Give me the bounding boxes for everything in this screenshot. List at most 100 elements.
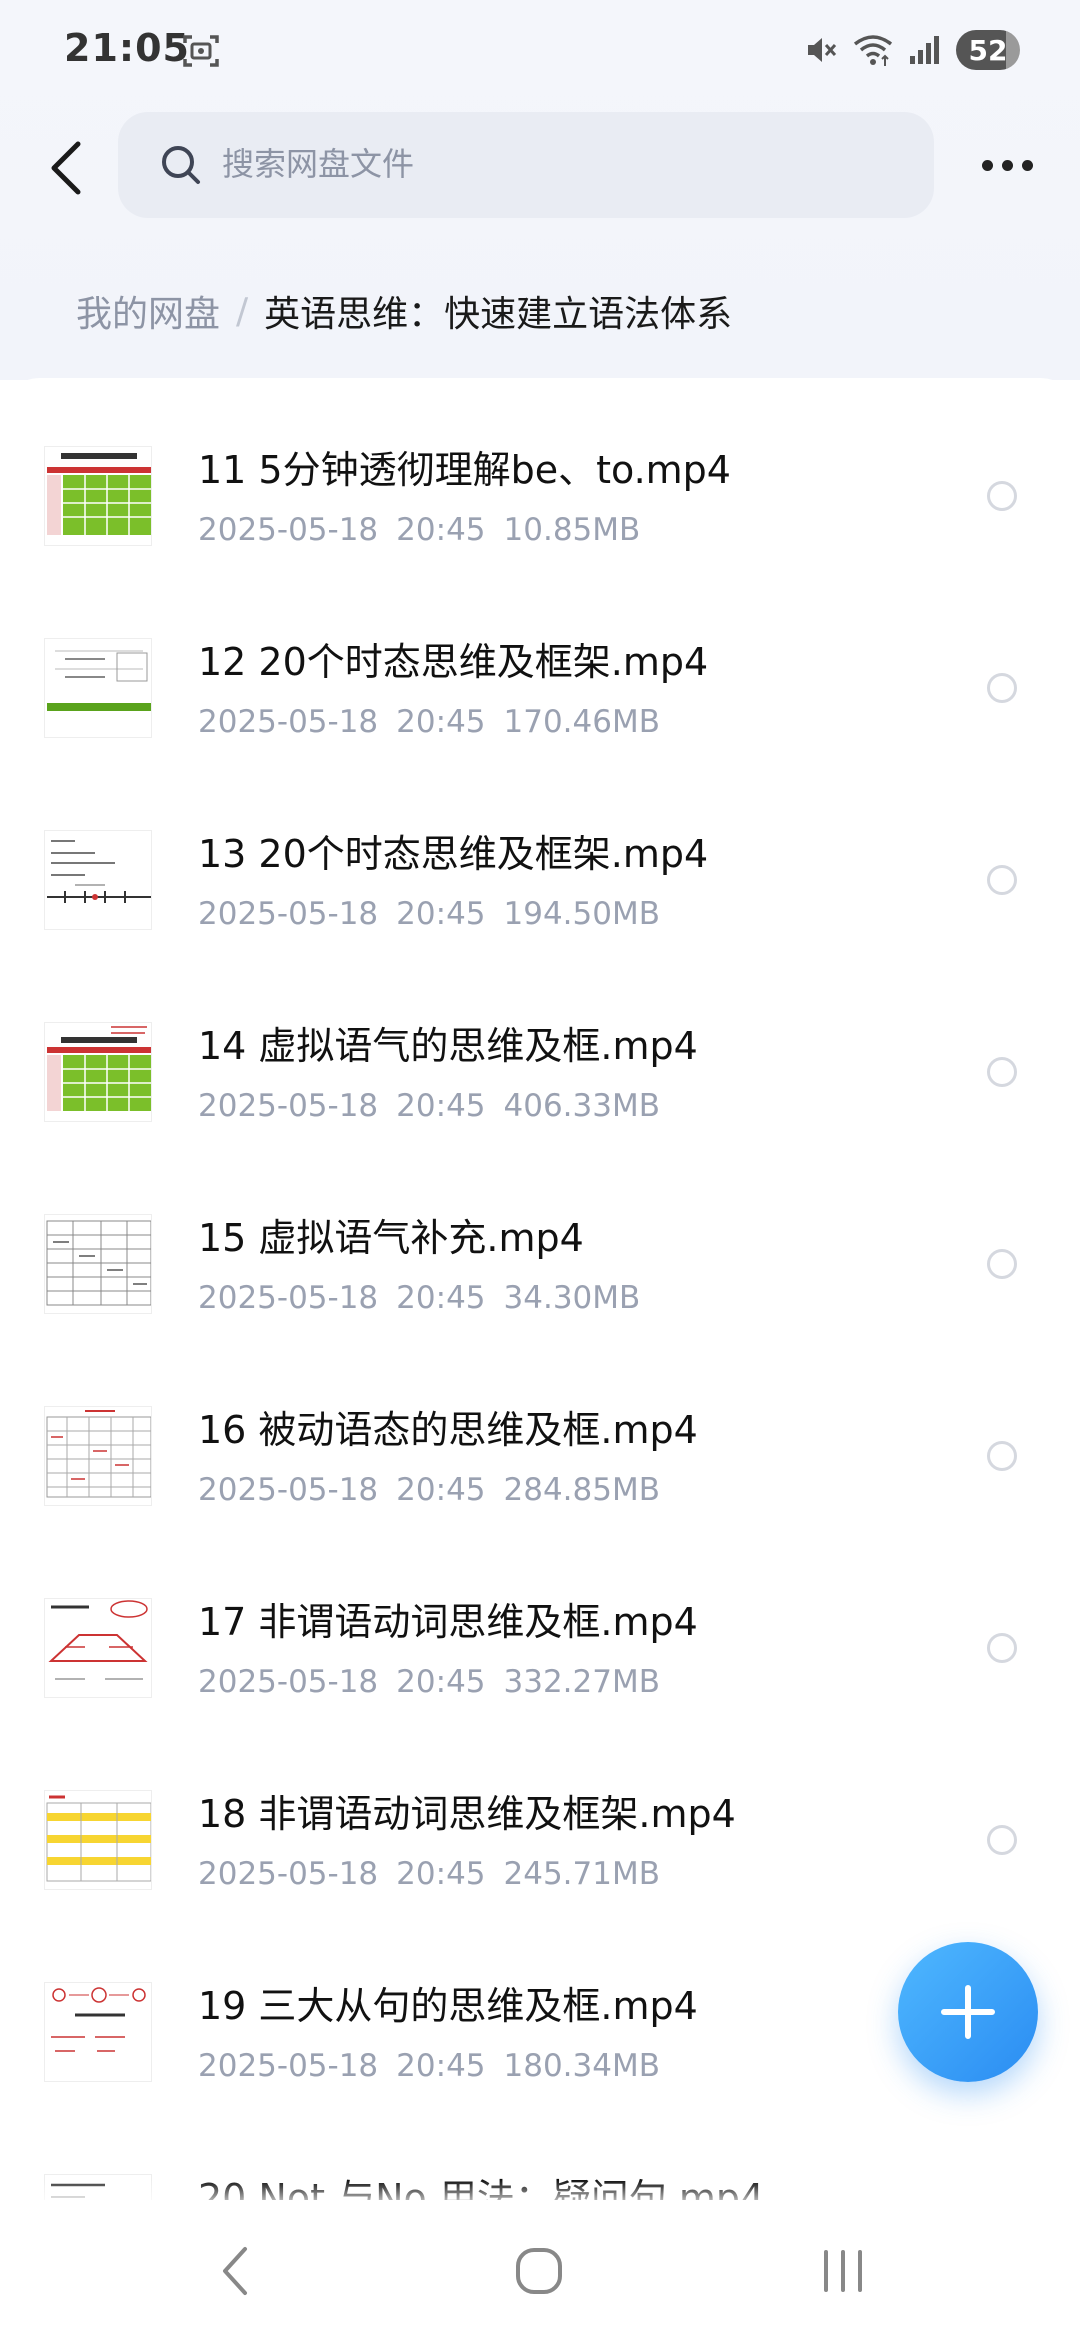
select-radio[interactable] [987, 1057, 1017, 1087]
file-name: 11 5分钟透彻理解be、to.mp4 [198, 448, 731, 492]
file-row[interactable]: 16 被动语态的思维及框.mp4 2025-05-18 20:45 284.85MB [0, 1338, 1080, 1530]
video-thumbnail [44, 830, 152, 930]
search-placeholder: 搜索网盘文件 [222, 145, 415, 183]
more-dot [981, 159, 993, 171]
file-date: 2025-05-18 [198, 1280, 379, 1316]
file-time: 20:45 [396, 896, 486, 932]
file-meta: 2025-05-18 20:45 180.34MB [198, 2044, 678, 2088]
signal-icon [910, 36, 939, 64]
status-bar: 21:05 52 [0, 0, 1080, 100]
file-name: 18 非谓语动词思维及框架.mp4 [198, 1792, 736, 1836]
breadcrumb-current: 英语思维：快速建立语法体系 [264, 294, 733, 335]
nav-recent-icon [824, 2250, 862, 2292]
video-thumbnail [44, 446, 152, 546]
select-radio[interactable] [987, 481, 1017, 511]
select-radio[interactable] [987, 1441, 1017, 1471]
file-row[interactable]: 11 5分钟透彻理解be、to.mp4 2025-05-18 20:45 10.85… [0, 378, 1080, 570]
file-size: 10.85MB [503, 512, 641, 548]
video-thumbnail [44, 1406, 152, 1506]
file-time: 20:45 [396, 512, 486, 548]
wifi-icon [853, 35, 893, 66]
screenshot-icon [183, 35, 219, 67]
status-icons: 52 [804, 28, 1020, 72]
file-name: 13 20个时态思维及框架.mp4 [198, 832, 709, 876]
file-date: 2025-05-18 [198, 704, 379, 740]
file-meta: 2025-05-18 20:45 245.71MB [198, 1852, 678, 1896]
file-meta: 2025-05-18 20:45 170.46MB [198, 700, 678, 744]
file-size: 34.30MB [503, 1280, 641, 1316]
search-input[interactable]: 搜索网盘文件 [118, 112, 934, 218]
nav-home-button[interactable] [504, 2236, 574, 2306]
file-size: 284.85MB [503, 1472, 660, 1508]
more-dot [1001, 159, 1013, 171]
breadcrumb-separator: / [236, 290, 249, 332]
chevron-left-icon [51, 141, 81, 195]
nav-back-icon [223, 2247, 247, 2295]
file-time: 20:45 [396, 704, 486, 740]
select-radio[interactable] [987, 1825, 1017, 1855]
file-size: 194.50MB [503, 896, 660, 932]
app-screen: 21:05 52 搜索网盘文件 我的网盘 / 英语思维：快速建立语法体系 11 … [0, 0, 1080, 2340]
file-row[interactable]: 12 20个时态思维及框架.mp4 2025-05-18 20:45 170.46M… [0, 570, 1080, 762]
video-thumbnail [44, 1790, 152, 1890]
file-row[interactable]: 14 虚拟语气的思维及框.mp4 2025-05-18 20:45 406.33MB [0, 954, 1080, 1146]
file-name: 14 虚拟语气的思维及框.mp4 [198, 1024, 698, 1068]
nav-recent-apps-button[interactable] [808, 2236, 878, 2306]
file-date: 2025-05-18 [198, 1472, 379, 1508]
nav-home-icon [516, 2248, 562, 2294]
file-time: 20:45 [396, 1664, 486, 1700]
select-radio[interactable] [987, 865, 1017, 895]
file-row[interactable]: 15 虚拟语气补充.mp4 2025-05-18 20:45 34.30MB [0, 1146, 1080, 1338]
video-thumbnail [44, 1982, 152, 2082]
more-options-button[interactable] [972, 140, 1042, 190]
video-thumbnail [44, 1214, 152, 1314]
file-time: 20:45 [396, 1088, 486, 1124]
file-row[interactable]: 18 非谓语动词思维及框架.mp4 2025-05-18 20:45 245.71M… [0, 1722, 1080, 1914]
file-meta: 2025-05-18 20:45 284.85MB [198, 1468, 678, 1512]
video-thumbnail [44, 638, 152, 738]
more-dot [1021, 159, 1033, 171]
add-button[interactable] [898, 1942, 1038, 2082]
file-list: 11 5分钟透彻理解be、to.mp4 2025-05-18 20:45 10.85… [0, 378, 1080, 2200]
file-name: 17 非谓语动词思维及框.mp4 [198, 1600, 698, 1644]
file-meta: 2025-05-18 20:45 406.33MB [198, 1084, 678, 1128]
file-size: 332.27MB [503, 1664, 660, 1700]
search-icon [162, 146, 200, 184]
breadcrumb-root-link[interactable]: 我的网盘 [76, 285, 220, 337]
file-time: 20:45 [396, 1472, 486, 1508]
file-row[interactable]: 17 非谓语动词思维及框.mp4 2025-05-18 20:45 332.27MB [0, 1530, 1080, 1722]
file-date: 2025-05-18 [198, 1088, 379, 1124]
nav-back-button[interactable] [200, 2236, 270, 2306]
file-name: 16 被动语态的思维及框.mp4 [198, 1408, 698, 1452]
breadcrumb: 我的网盘 / 英语思维：快速建立语法体系 [76, 286, 732, 336]
battery-indicator: 52 [956, 30, 1020, 70]
file-meta: 2025-05-18 20:45 332.27MB [198, 1660, 678, 1704]
file-name: 12 20个时态思维及框架.mp4 [198, 640, 709, 684]
file-name: 15 虚拟语气补充.mp4 [198, 1216, 584, 1260]
file-size: 406.33MB [503, 1088, 660, 1124]
file-date: 2025-05-18 [198, 896, 379, 932]
file-time: 20:45 [396, 2048, 486, 2084]
file-date: 2025-05-18 [198, 1856, 379, 1892]
plus-icon [941, 1985, 995, 2039]
file-meta: 2025-05-18 20:45 194.50MB [198, 892, 678, 936]
file-meta: 2025-05-18 20:45 10.85MB [198, 508, 658, 552]
file-size: 245.71MB [503, 1856, 660, 1892]
select-radio[interactable] [987, 1633, 1017, 1663]
select-radio[interactable] [987, 673, 1017, 703]
file-date: 2025-05-18 [198, 1664, 379, 1700]
file-date: 2025-05-18 [198, 512, 379, 548]
file-size: 170.46MB [503, 704, 660, 740]
status-time: 21:05 [64, 26, 190, 70]
file-row[interactable]: 13 20个时态思维及框架.mp4 2025-05-18 20:45 194.50M… [0, 762, 1080, 954]
back-button[interactable] [36, 128, 96, 208]
file-size: 180.34MB [503, 2048, 660, 2084]
file-name: 19 三大从句的思维及框.mp4 [198, 1984, 698, 2028]
file-time: 20:45 [396, 1280, 486, 1316]
system-nav-bar [0, 2200, 1080, 2340]
video-thumbnail [44, 1022, 152, 1122]
file-time: 20:45 [396, 1856, 486, 1892]
video-thumbnail [44, 1598, 152, 1698]
mute-icon [808, 38, 837, 62]
select-radio[interactable] [987, 1249, 1017, 1279]
